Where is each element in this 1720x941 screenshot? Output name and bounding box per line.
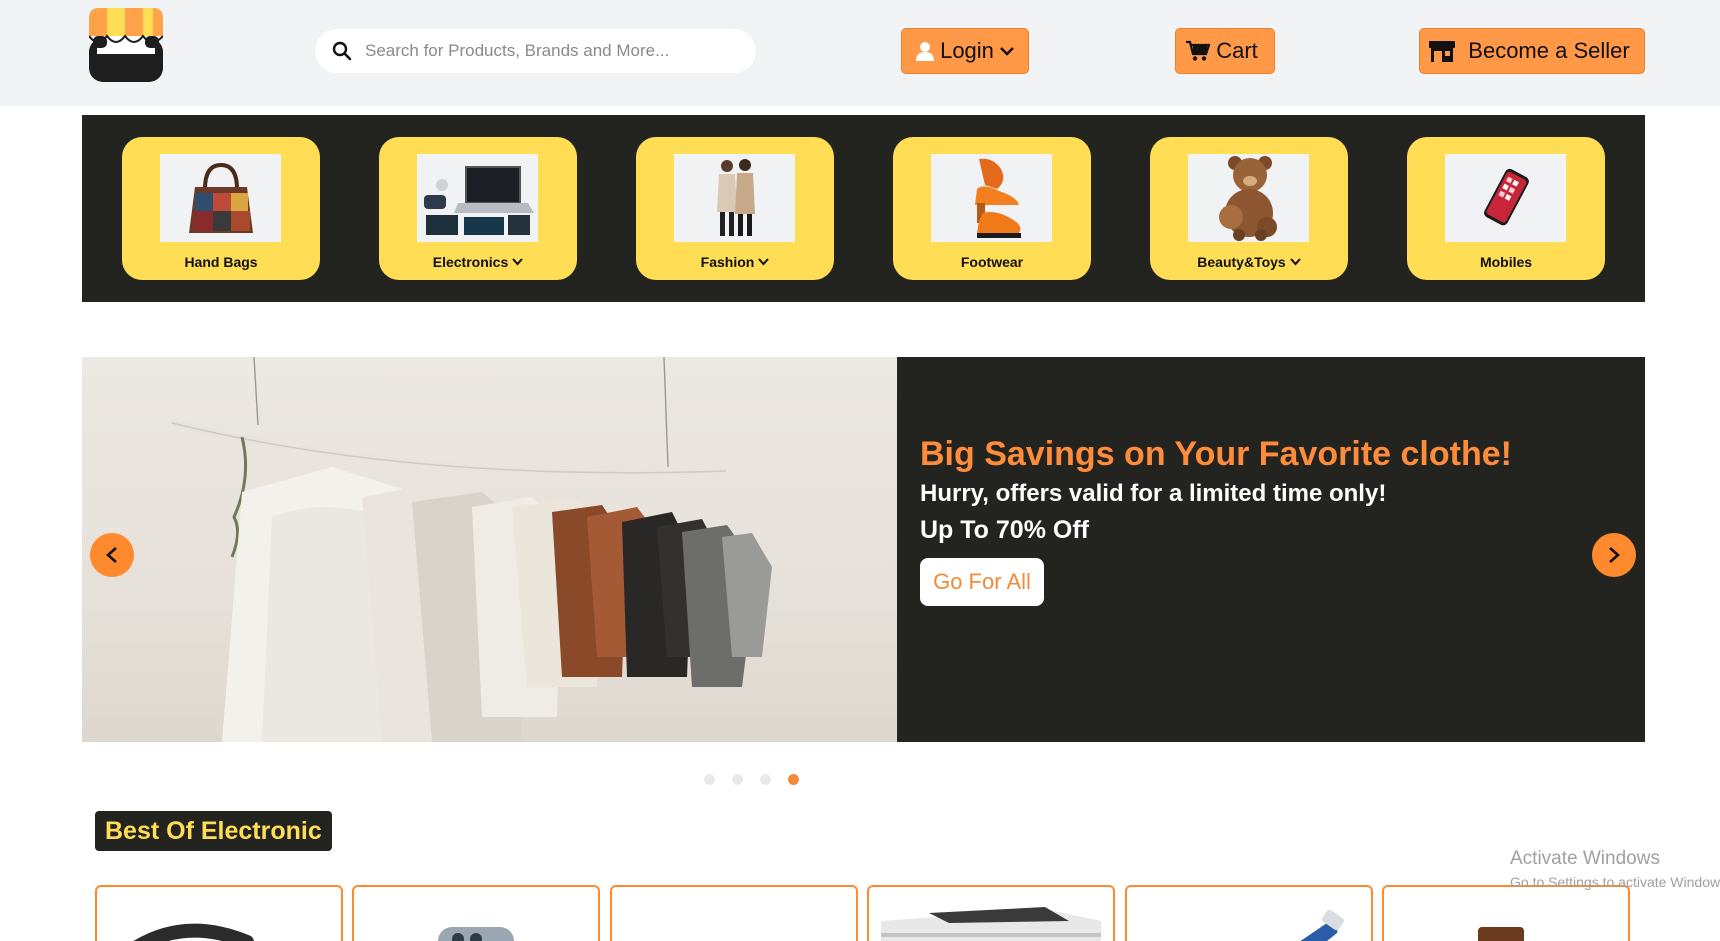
hero-discount: Up To 70% Off [920, 516, 1089, 544]
search-bar [315, 29, 756, 73]
cart-label: Cart [1216, 38, 1258, 63]
carousel-next-button[interactable] [1592, 533, 1636, 577]
product-card[interactable] [1382, 885, 1630, 941]
seller-label: Become a Seller [1468, 38, 1630, 63]
hero-title: Big Savings on Your Favorite clothe! [920, 435, 1512, 473]
category-hand-bags[interactable]: Hand Bags [122, 137, 320, 280]
carousel-prev-button[interactable] [90, 533, 134, 577]
category-label: Electronics [379, 254, 577, 270]
product-card[interactable] [867, 885, 1115, 941]
clothes-rack-image [82, 357, 897, 742]
mobile-image [1445, 154, 1566, 242]
category-label: Beauty&Toys [1150, 254, 1348, 270]
carousel-dot[interactable] [732, 774, 743, 785]
watermark-line2: Go to Settings to activate Windows. [1510, 874, 1720, 890]
product-card[interactable] [95, 885, 343, 941]
category-bar: Hand Bags Electronics Fashion Footwear B… [82, 115, 1645, 302]
category-label-text: Footwear [960, 254, 1024, 270]
store-logo[interactable] [88, 8, 164, 82]
category-mobiles[interactable]: Mobiles [1407, 137, 1605, 280]
category-label-text: Hand Bags [184, 254, 258, 270]
header: Login Cart Become a Seller [0, 0, 1720, 106]
section-title: Best Of Electronic [95, 811, 332, 851]
category-footwear[interactable]: Footwear [893, 137, 1091, 280]
chevron-right-icon [1609, 547, 1620, 563]
watermark-line1: Activate Windows [1510, 848, 1660, 869]
cart-button[interactable]: Cart [1175, 28, 1275, 74]
hero-carousel [82, 357, 1645, 742]
login-label: Login [940, 38, 994, 63]
user-icon [916, 42, 935, 61]
chevron-down-icon [1000, 47, 1014, 56]
category-label-text: Mobiles [1479, 254, 1533, 270]
carousel-dot-active[interactable] [788, 774, 799, 785]
chevron-down-icon [1289, 258, 1301, 266]
footwear-image [931, 154, 1052, 242]
category-electronics[interactable]: Electronics [379, 137, 577, 280]
handbag-image [160, 154, 281, 242]
chevron-down-icon [758, 258, 770, 266]
teddy-bear-image [1188, 154, 1309, 242]
product-card[interactable] [1125, 885, 1373, 941]
carousel-dot[interactable] [760, 774, 771, 785]
windows-activation-watermark: Activate Windows Go to Settings to activ… [1510, 848, 1720, 890]
login-button[interactable]: Login [901, 28, 1029, 74]
become-seller-button[interactable]: Become a Seller [1419, 28, 1645, 74]
chevron-left-icon [106, 547, 117, 563]
search-input[interactable] [365, 41, 745, 61]
category-label-text: Fashion [700, 254, 755, 270]
hero-promo-panel [897, 357, 1645, 742]
category-label-text: Electronics [432, 254, 509, 270]
go-for-all-button[interactable]: Go For All [920, 558, 1044, 606]
search-icon[interactable] [331, 40, 353, 62]
product-card[interactable] [610, 885, 858, 941]
category-label: Fashion [636, 254, 834, 270]
category-label: Footwear [893, 254, 1091, 270]
store-icon [1429, 41, 1456, 62]
category-beauty-toys[interactable]: Beauty&Toys [1150, 137, 1348, 280]
category-label-text: Beauty&Toys [1197, 254, 1286, 270]
hero-subtitle: Hurry, offers valid for a limited time o… [920, 480, 1387, 507]
category-fashion[interactable]: Fashion [636, 137, 834, 280]
carousel-dots [704, 774, 799, 785]
fashion-image [674, 154, 795, 242]
chevron-down-icon [512, 258, 523, 266]
product-card[interactable] [352, 885, 600, 941]
carousel-dot[interactable] [704, 774, 715, 785]
product-cards [95, 885, 1655, 941]
category-label: Hand Bags [122, 254, 320, 270]
page: Login Cart Become a Seller [0, 0, 1720, 941]
category-label: Mobiles [1407, 254, 1605, 270]
cart-icon [1186, 40, 1211, 61]
electronics-image [417, 154, 538, 242]
